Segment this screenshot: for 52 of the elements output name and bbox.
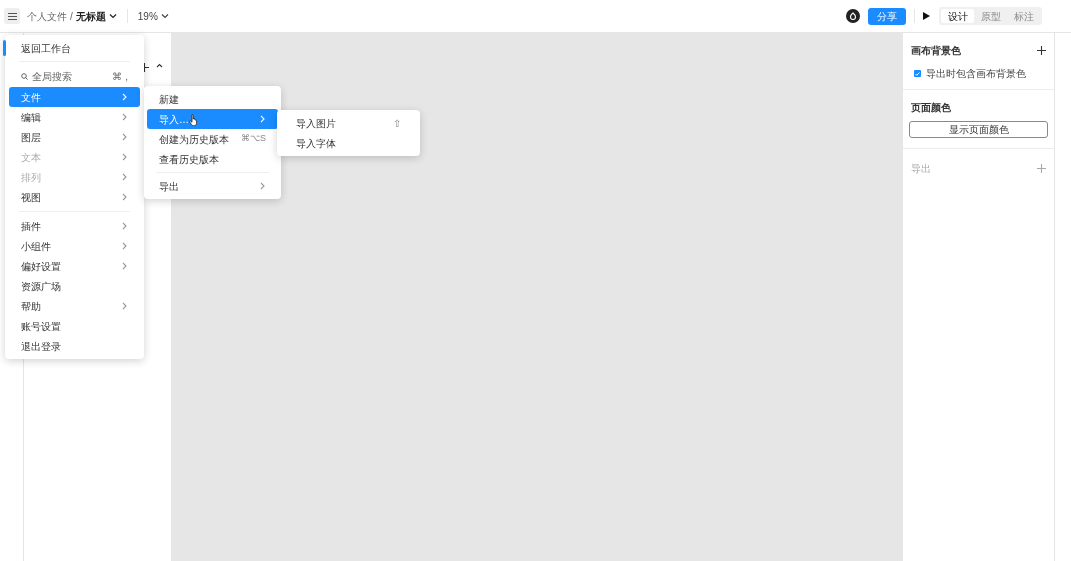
- checkbox[interactable]: [914, 70, 921, 77]
- chevron-down-icon: [160, 13, 169, 19]
- file-name-dropdown[interactable]: 无标题: [75, 8, 117, 24]
- menu-item[interactable]: 偏好设置: [9, 256, 140, 276]
- chevron-right-icon: [122, 193, 128, 201]
- menu-item[interactable]: 图层: [9, 127, 140, 147]
- chevron-right-icon: [122, 302, 128, 310]
- check-icon: [915, 71, 920, 76]
- search-item[interactable]: 全局搜索 ⌘ ,: [9, 65, 140, 87]
- zoom-dropdown[interactable]: 19%: [137, 8, 169, 24]
- menu-item[interactable]: 新建: [147, 89, 278, 109]
- menu-item[interactable]: 创建为历史版本 ⌘⌥S: [147, 129, 278, 149]
- chevron-down-icon: [108, 13, 117, 19]
- plus-icon[interactable]: [1037, 46, 1046, 55]
- menu-item[interactable]: 资源广场: [9, 276, 140, 296]
- play-icon[interactable]: [923, 12, 930, 20]
- section-title: 页面颜色: [911, 101, 952, 115]
- collapse-icon[interactable]: [156, 63, 163, 68]
- menu-item[interactable]: 帮助: [9, 296, 140, 316]
- mode-tab[interactable]: 设计: [941, 9, 974, 23]
- chevron-right-icon: [260, 182, 266, 190]
- hand-cursor-icon: [189, 114, 199, 126]
- checkbox-label: 导出时包含画布背景色: [926, 67, 1026, 81]
- menu-icon: [7, 12, 17, 20]
- chevron-right-icon: [122, 173, 128, 181]
- breadcrumb-parent[interactable]: 个人文件: [27, 8, 67, 24]
- chevron-right-icon: [122, 133, 128, 141]
- chevron-right-icon: [122, 242, 128, 250]
- menu-item[interactable]: 导出: [147, 176, 278, 196]
- menu-item[interactable]: 小组件: [9, 236, 140, 256]
- section-title: 画布背景色: [911, 44, 961, 58]
- menu-item[interactable]: 账号设置: [9, 316, 140, 336]
- chevron-right-icon: [122, 153, 128, 161]
- menu-item[interactable]: 返回工作台: [5, 38, 144, 58]
- chevron-right-icon: [122, 113, 128, 121]
- breadcrumb-separator: /: [70, 9, 73, 24]
- section-title: 导出: [911, 162, 931, 176]
- menu-item[interactable]: 查看历史版本: [147, 149, 278, 169]
- search-icon: [21, 72, 28, 80]
- menu-item[interactable]: 导入图片 ⇧: [277, 113, 420, 133]
- chevron-right-icon: [122, 222, 128, 230]
- menu-item[interactable]: 编辑: [9, 107, 140, 127]
- menu-item[interactable]: 插件: [9, 216, 140, 236]
- menu-item[interactable]: 视图: [9, 187, 140, 207]
- menu-item[interactable]: 退出登录: [9, 336, 140, 356]
- logo-icon[interactable]: [846, 9, 860, 23]
- menu-item[interactable]: 导入字体: [277, 133, 420, 153]
- chevron-right-icon: [122, 262, 128, 270]
- menu-button[interactable]: [4, 8, 20, 24]
- chevron-right-icon: [122, 93, 128, 101]
- chevron-right-icon: [260, 115, 266, 123]
- show-page-color-button[interactable]: 显示页面颜色: [909, 121, 1048, 138]
